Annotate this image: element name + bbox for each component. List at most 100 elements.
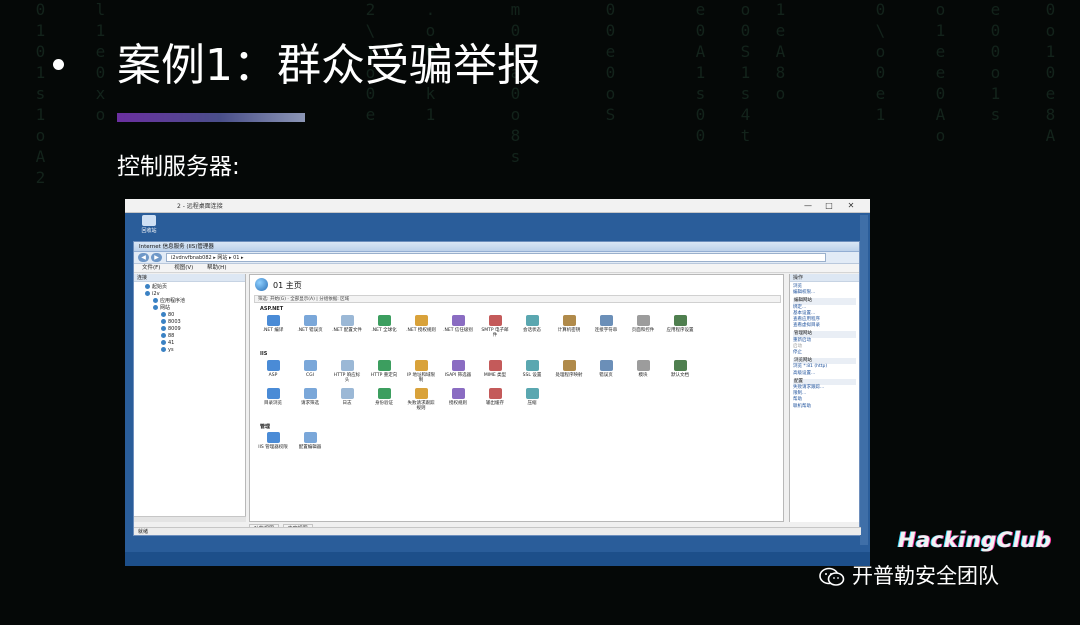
tree-item-start[interactable]: 起始页	[137, 284, 242, 291]
feature-label: ASP	[268, 373, 278, 378]
feature-aspnet_features-4[interactable]: .NET 授权规则	[406, 315, 436, 333]
menu-bar: 文件(F) 视图(V) 帮助(H)	[134, 264, 859, 273]
feature-label: .NET 错误页	[297, 328, 323, 333]
brand-name: 开普勒安全团队	[852, 564, 999, 588]
feature-aspnet_features-8[interactable]: 计算机密钥	[554, 315, 584, 333]
feature-aspnet_features-10[interactable]: 页面和控件	[628, 315, 658, 333]
feature-aspnet_features-0[interactable]: .NET 编译	[258, 315, 288, 333]
feature-icon	[377, 315, 391, 326]
site-globe-icon	[161, 347, 166, 352]
feature-icon	[488, 360, 502, 371]
menu-help[interactable]: 帮助(H)	[207, 265, 226, 271]
tree-item-site[interactable]: 8003	[137, 319, 242, 326]
feature-iis_features_row1-1[interactable]: CGI	[295, 360, 325, 378]
action-link[interactable]: 高级设置...	[793, 371, 856, 377]
feature-iis_features_row1-0[interactable]: ASP	[258, 360, 288, 378]
feature-icon	[266, 315, 280, 326]
iis-window-title: Internet 信息服务 (IIS)管理器	[134, 242, 859, 252]
tree-item-site[interactable]: 41	[137, 340, 242, 347]
feature-iis_features_row1-3[interactable]: HTTP 重定向	[369, 360, 399, 378]
tree-item-site[interactable]: ys	[137, 347, 242, 354]
features-pane: 01 主页 筛选: 开始(G) · 全部显示(A) | 分组依据: 区域 ASP…	[249, 274, 784, 522]
feature-label: 页面和控件	[631, 328, 655, 333]
feature-iis_features_row1-8[interactable]: 处理程序映射	[554, 360, 584, 378]
maximize-button[interactable]: □	[822, 200, 836, 211]
feature-iis_features_row2-3[interactable]: 身份验证	[369, 388, 399, 406]
feature-aspnet_features-3[interactable]: .NET 全球化	[369, 315, 399, 333]
rdp-taskbar	[125, 552, 870, 566]
start-page-icon	[145, 284, 150, 289]
feature-aspnet_features-1[interactable]: .NET 错误页	[295, 315, 325, 333]
minimize-button[interactable]: —	[801, 200, 815, 211]
actions-list: 浏览 编辑权限... 编辑网站 绑定... 基本设置... 查看应用程序 查看虚拟目录 管理网…	[790, 282, 859, 412]
feature-label: 日志	[342, 401, 352, 406]
menu-file[interactable]: 文件(F)	[142, 265, 160, 271]
tree-item-site[interactable]: 80	[137, 312, 242, 319]
feature-iis_features_row2-5[interactable]: 授权规则	[443, 388, 473, 406]
feature-label: ISAPI 筛选器	[444, 373, 472, 378]
rdp-title: 2 - 远程桌面连接	[177, 203, 223, 210]
feature-iis_features_row2-4[interactable]: 失败请求跟踪规则	[406, 388, 436, 411]
feature-iis_features_row1-7[interactable]: SSL 设置	[517, 360, 547, 378]
action-link[interactable]: 查看虚拟目录	[793, 323, 856, 329]
iis-manager-window: Internet 信息服务 (IIS)管理器 ◀ ▶ i2vdnvfbnab08…	[133, 241, 861, 536]
feature-iis_features_row1-5[interactable]: ISAPI 筛选器	[443, 360, 473, 378]
close-button[interactable]: ✕	[844, 200, 858, 211]
feature-icon	[266, 360, 280, 371]
feature-icon	[303, 360, 317, 371]
tree-item-site[interactable]: 8009	[137, 326, 242, 333]
feature-icon	[636, 360, 650, 371]
action-link[interactable]: 编辑权限...	[793, 290, 856, 296]
feature-label: 身份验证	[375, 401, 393, 406]
feature-iis_features_row1-6[interactable]: MIME 类型	[480, 360, 510, 378]
feature-iis_features_row1-11[interactable]: 默认文档	[665, 360, 695, 378]
connections-scrollbar[interactable]	[134, 516, 246, 522]
feature-iis_features_row2-1[interactable]: 请求筛选	[295, 388, 325, 406]
feature-label: .NET 信任级别	[443, 328, 473, 333]
address-field[interactable]: i2vdnvfbnab082 ▸ 网站 ▸ 01 ▸	[166, 253, 826, 262]
feature-iis_features_row1-4[interactable]: IP 地址和域限制	[406, 360, 436, 383]
feature-label: .NET 全球化	[371, 328, 397, 333]
feature-aspnet_features-5[interactable]: .NET 信任级别	[443, 315, 473, 333]
feature-label: 配置编辑器	[298, 445, 322, 450]
menu-view[interactable]: 视图(V)	[174, 265, 193, 271]
tree-item-apppools[interactable]: 应用程序池	[137, 298, 242, 305]
filter-bar[interactable]: 筛选: 开始(G) · 全部显示(A) | 分组依据: 区域	[254, 295, 781, 303]
feature-iis_features_row1-9[interactable]: 错误页	[591, 360, 621, 378]
feature-iis_features_row1-10[interactable]: 模块	[628, 360, 658, 378]
feature-icon	[340, 388, 354, 399]
globe-icon	[255, 278, 268, 291]
feature-label: 会话状态	[523, 328, 541, 333]
recycle-bin-icon[interactable]: 回收站	[137, 215, 161, 234]
page-title: 01 主页	[255, 278, 302, 293]
tree-item-sites[interactable]: 网站	[137, 305, 242, 312]
feature-aspnet_features-6[interactable]: SMTP 电子邮件	[480, 315, 510, 338]
feature-aspnet_features-2[interactable]: .NET 配置文件	[332, 315, 362, 333]
action-link[interactable]: 停止	[793, 350, 856, 356]
forward-icon[interactable]: ▶	[151, 253, 162, 262]
action-link[interactable]: 联机帮助	[793, 404, 856, 410]
feature-iis_features_row2-6[interactable]: 输出缓存	[480, 388, 510, 406]
site-globe-icon	[161, 340, 166, 345]
feature-manage_features-0[interactable]: IIS 管理器权限	[258, 432, 288, 450]
feature-aspnet_features-11[interactable]: 应用程序设置	[665, 315, 695, 333]
feature-icon	[377, 360, 391, 371]
recycle-bin-label: 回收站	[141, 228, 157, 234]
feature-aspnet_features-9[interactable]: 连接字符串	[591, 315, 621, 333]
rdp-titlebar: 2 - 远程桌面连接 — □ ✕	[125, 199, 870, 213]
tree-item-site[interactable]: 88	[137, 333, 242, 340]
feature-iis_features_row2-2[interactable]: 日志	[332, 388, 362, 406]
back-icon[interactable]: ◀	[138, 253, 149, 262]
feature-label: MIME 类型	[483, 373, 507, 378]
connections-pane: 连接 起始页 i2v 应用程序池 网站 80 8003 8009 88 41 y…	[134, 274, 246, 522]
feature-manage_features-1[interactable]: 配置编辑器	[295, 432, 325, 450]
feature-iis_features_row1-2[interactable]: HTTP 响应标头	[332, 360, 362, 383]
feature-icon	[266, 432, 280, 443]
connections-tree: 起始页 i2v 应用程序池 网站 80 8003 8009 88 41 ys	[134, 282, 245, 356]
feature-iis_features_row2-7[interactable]: 压缩	[517, 388, 547, 406]
tree-item-server[interactable]: i2v	[137, 291, 242, 298]
feature-icon	[451, 388, 465, 399]
feature-aspnet_features-7[interactable]: 会话状态	[517, 315, 547, 333]
rdp-scrollbar[interactable]	[860, 215, 868, 545]
feature-iis_features_row2-0[interactable]: 目录浏览	[258, 388, 288, 406]
